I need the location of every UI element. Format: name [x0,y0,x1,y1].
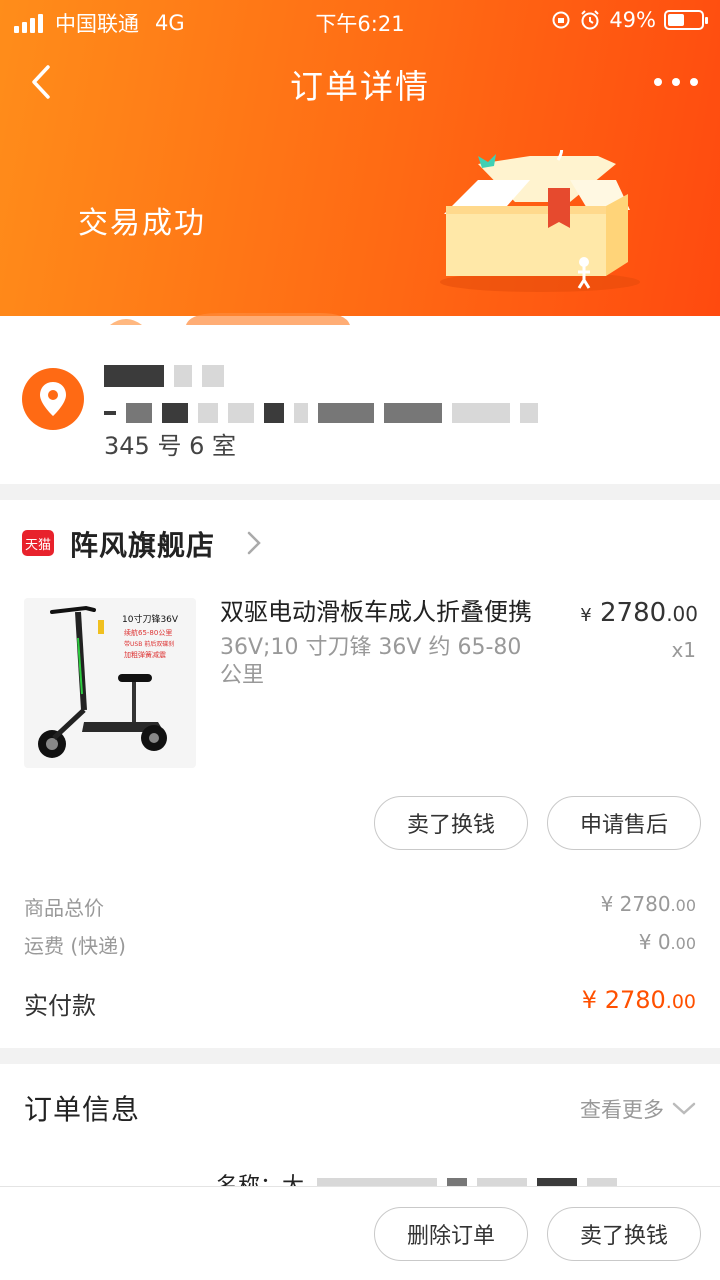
order-status-header: 中国联通 4G 下午6:21 49% 订单详情 交易成功 [0,0,720,318]
goods-total-value: ¥ 2780.00 [600,892,696,916]
sell-for-cash-button[interactable]: 卖了换钱 [374,796,528,850]
order-items-card: 天猫 阵风旗舰店 10寸刀锋36V 续航65-80公里 带USB 前后双碟刹 加… [0,500,720,1048]
clock-label: 下午6:21 [315,12,405,36]
recipient-name-redacted [104,358,234,391]
chevron-down-icon [672,1102,696,1115]
product-sku: 36V;10 寸刀锋 36V 约 65-80 公里 [220,635,522,688]
status-bar: 中国联通 4G 下午6:21 49% [0,0,720,40]
product-price: ¥ 2780.00 [580,598,698,628]
battery-icon [664,10,708,30]
amount-paid-label: 实付款 [24,992,96,1020]
order-info-title: 订单信息 [24,1093,141,1126]
image-caption-2: 续航65-80公里 [124,628,172,637]
location-pin-icon [22,368,84,430]
sell-for-cash-button-bottom[interactable]: 卖了换钱 [547,1207,701,1261]
address-line-2: 345 号 6 室 [104,432,236,460]
page-title: 订单详情 [290,67,430,106]
delete-order-button[interactable]: 删除订单 [374,1207,528,1261]
shipping-fee-label: 运费 (快递) [24,934,126,958]
product-thumbnail[interactable]: 10寸刀锋36V 续航65-80公里 带USB 前后双碟刹 加粗弹簧减震 [24,598,196,768]
product-title[interactable]: 双驱电动滑板车成人折叠便携 [220,596,560,628]
tmall-badge: 天猫 [22,530,54,556]
amount-paid-row: 实付款 ¥ 2780.00 [24,986,696,1021]
shop-name-link[interactable]: 阵风旗舰店 [70,524,215,564]
view-more-link[interactable]: 查看更多 [580,1094,696,1124]
address-tab-decoration [110,313,350,325]
rotation-lock-icon [552,11,570,29]
image-caption-3: 带USB 前后双碟刹 [124,640,174,648]
trade-status-text: 交易成功 [78,206,206,241]
request-aftersale-button[interactable]: 申请售后 [547,796,701,850]
battery-percent: 49% [609,8,656,32]
view-more-label: 查看更多 [580,1098,664,1122]
alarm-icon [581,10,600,30]
navbar: 订单详情 [0,50,720,114]
image-caption-1: 10寸刀锋36V [122,613,179,625]
amount-paid-value: ¥ 2780.00 [581,986,696,1014]
chevron-right-icon[interactable] [246,530,262,556]
shipping-address-card[interactable]: 345 号 6 室 [0,313,720,484]
goods-total-row: 商品总价 ¥ 2780.00 [24,892,696,921]
more-options-icon[interactable] [654,64,698,100]
goods-total-label: 商品总价 [24,896,104,920]
image-caption-4: 加粗弹簧减震 [124,650,166,659]
parcel-box-illustration [440,150,640,292]
shipping-fee-value: ¥ 0.00 [638,930,696,954]
product-quantity: x1 [671,638,696,662]
bottom-action-bar: 删除订单 卖了换钱 [0,1186,720,1280]
address-line-redacted [104,398,548,426]
shipping-fee-row: 运费 (快递) ¥ 0.00 [24,930,696,959]
